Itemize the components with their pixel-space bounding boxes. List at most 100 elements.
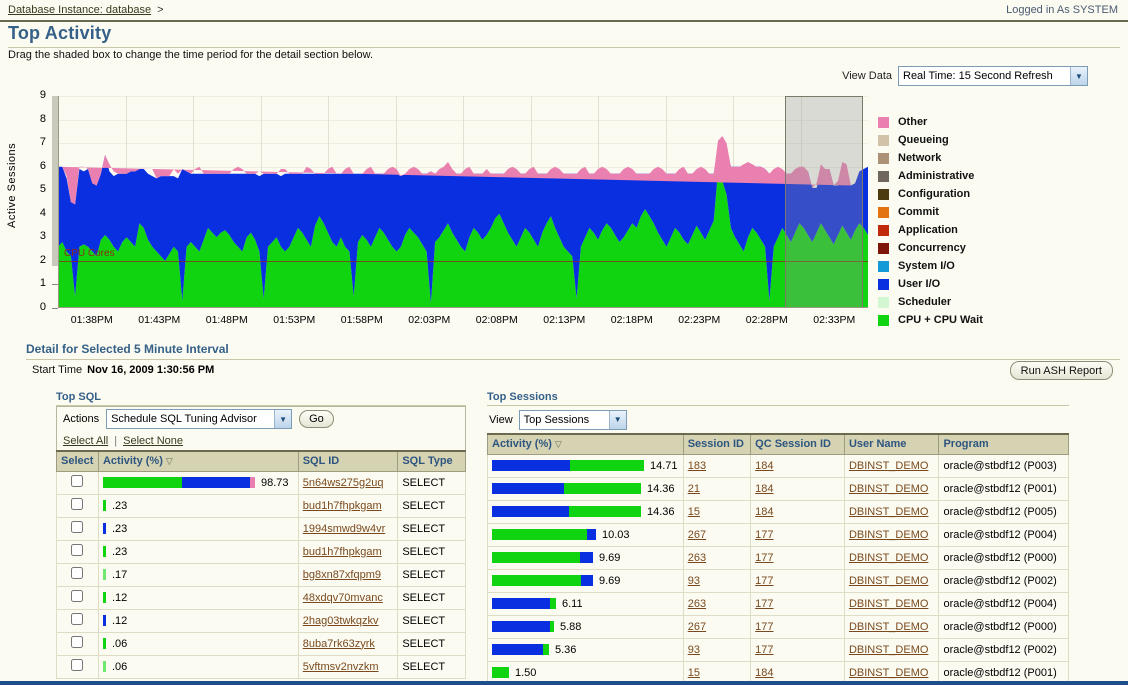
sql-id-link[interactable]: bg8xn87xfqpm9 bbox=[303, 569, 381, 581]
activity-chart[interactable]: Active Sessions 0123456789 CPU Cores 01:… bbox=[0, 88, 880, 336]
legend-label: Queueing bbox=[898, 134, 949, 146]
activity-bar-segment bbox=[570, 460, 644, 471]
start-time-row: Start TimeNov 16, 2009 1:30:56 PM bbox=[32, 364, 214, 376]
user-name-link[interactable]: DBINST_DEMO bbox=[849, 552, 928, 564]
qc-session-id-link[interactable]: 184 bbox=[755, 483, 773, 495]
row-select-checkbox[interactable] bbox=[71, 498, 83, 510]
qc-session-id-link[interactable]: 177 bbox=[755, 598, 773, 610]
session-id-link[interactable]: 263 bbox=[688, 552, 706, 564]
top-sql-col-sql-type[interactable]: SQL Type bbox=[398, 451, 466, 471]
row-select-checkbox[interactable] bbox=[71, 636, 83, 648]
sql-type-cell: SELECT bbox=[398, 586, 466, 609]
time-range-selection-box[interactable] bbox=[785, 96, 863, 308]
sql-id-link[interactable]: bud1h7fhpkgam bbox=[303, 546, 382, 558]
legend-item-application[interactable]: Application bbox=[878, 221, 1126, 239]
activity-cell: .17 bbox=[98, 563, 298, 586]
user-name-link[interactable]: DBINST_DEMO bbox=[849, 644, 928, 656]
view-data-label: View Data bbox=[842, 70, 892, 82]
user-name-link[interactable]: DBINST_DEMO bbox=[849, 529, 928, 541]
row-select-checkbox[interactable] bbox=[71, 475, 83, 487]
breadcrumb-link-database-instance[interactable]: Database Instance: database bbox=[8, 4, 151, 16]
legend-item-configuration[interactable]: Configuration bbox=[878, 185, 1126, 203]
session-id-link[interactable]: 21 bbox=[688, 483, 700, 495]
run-ash-report-button[interactable]: Run ASH Report bbox=[1010, 361, 1113, 380]
session-id-link[interactable]: 93 bbox=[688, 575, 700, 587]
qc-session-id-link[interactable]: 177 bbox=[755, 529, 773, 541]
top-sessions-col-qc-session-id[interactable]: QC Session ID bbox=[751, 434, 845, 454]
legend-item-other[interactable]: Other bbox=[878, 113, 1126, 131]
activity-bar bbox=[492, 667, 509, 678]
actions-select[interactable]: Schedule SQL Tuning Advisor ▼ bbox=[106, 409, 292, 429]
row-select-checkbox[interactable] bbox=[71, 544, 83, 556]
top-sessions-col-program[interactable]: Program bbox=[939, 434, 1069, 454]
chart-plot-area[interactable]: CPU Cores bbox=[58, 96, 868, 308]
qc-session-id-link[interactable]: 177 bbox=[755, 621, 773, 633]
top-sql-col-select[interactable]: Select bbox=[57, 451, 99, 471]
activity-bar bbox=[103, 592, 106, 603]
y-tick-2: 2 bbox=[28, 254, 46, 266]
qc-session-id-link[interactable]: 184 bbox=[755, 460, 773, 472]
session-id-link[interactable]: 263 bbox=[688, 598, 706, 610]
legend-item-network[interactable]: Network bbox=[878, 149, 1126, 167]
select-cell bbox=[57, 517, 99, 540]
legend-item-queueing[interactable]: Queueing bbox=[878, 131, 1126, 149]
top-sessions-col-activity-[interactable]: Activity (%)▽ bbox=[488, 434, 684, 454]
row-select-checkbox[interactable] bbox=[71, 567, 83, 579]
session-id-link[interactable]: 15 bbox=[688, 506, 700, 518]
sql-id-link[interactable]: 8uba7rk63zyrk bbox=[303, 638, 375, 650]
user-name-link[interactable]: DBINST_DEMO bbox=[849, 460, 928, 472]
select-all-link[interactable]: Select All bbox=[63, 435, 108, 447]
activity-cell: 10.03 bbox=[488, 523, 684, 546]
row-select-checkbox[interactable] bbox=[71, 590, 83, 602]
session-id-link[interactable]: 15 bbox=[688, 667, 700, 679]
top-sessions-panel: Top Sessions View Top Sessions ▼ Activit… bbox=[487, 391, 1069, 685]
user-name-link[interactable]: DBINST_DEMO bbox=[849, 598, 928, 610]
top-sessions-col-user-name[interactable]: User Name bbox=[844, 434, 939, 454]
sql-id-link[interactable]: bud1h7fhpkgam bbox=[303, 500, 382, 512]
view-data-select[interactable]: Real Time: 15 Second Refresh ▼ bbox=[898, 66, 1088, 86]
row-select-checkbox[interactable] bbox=[71, 613, 83, 625]
top-sessions-view-select[interactable]: Top Sessions ▼ bbox=[519, 410, 627, 430]
session-id-link[interactable]: 267 bbox=[688, 529, 706, 541]
qc-session-id-link[interactable]: 184 bbox=[755, 667, 773, 679]
actions-selected-value: Schedule SQL Tuning Advisor bbox=[111, 413, 263, 425]
session-id-link[interactable]: 183 bbox=[688, 460, 706, 472]
top-sql-col-sql-id[interactable]: SQL ID bbox=[298, 451, 398, 471]
qc-session-id-link[interactable]: 177 bbox=[755, 644, 773, 656]
legend-item-scheduler[interactable]: Scheduler bbox=[878, 293, 1126, 311]
sql-id-link[interactable]: 1994smwd9w4vr bbox=[303, 523, 386, 535]
actions-label: Actions bbox=[63, 413, 99, 425]
user-name-link[interactable]: DBINST_DEMO bbox=[849, 575, 928, 587]
qc-session-id-link[interactable]: 177 bbox=[755, 552, 773, 564]
top-sessions-col-session-id[interactable]: Session ID bbox=[683, 434, 750, 454]
go-button[interactable]: Go bbox=[299, 410, 334, 428]
sql-id-link[interactable]: 5n64ws275g2uq bbox=[303, 477, 384, 489]
session-id-link[interactable]: 267 bbox=[688, 621, 706, 633]
user-name-link[interactable]: DBINST_DEMO bbox=[849, 483, 928, 495]
session-id-cell: 183 bbox=[683, 454, 750, 477]
user-name-cell: DBINST_DEMO bbox=[844, 638, 939, 661]
qc-session-id-link[interactable]: 177 bbox=[755, 575, 773, 587]
legend-item-administrative[interactable]: Administrative bbox=[878, 167, 1126, 185]
row-select-checkbox[interactable] bbox=[71, 521, 83, 533]
legend-item-concurrency[interactable]: Concurrency bbox=[878, 239, 1126, 257]
sql-id-link[interactable]: 2hag03twkqzkv bbox=[303, 615, 379, 627]
legend-item-commit[interactable]: Commit bbox=[878, 203, 1126, 221]
legend-item-user-i-o[interactable]: User I/O bbox=[878, 275, 1126, 293]
sql-id-link[interactable]: 5vftmsv2nvzkm bbox=[303, 661, 379, 673]
legend-swatch-icon bbox=[878, 171, 889, 182]
activity-value: 14.71 bbox=[650, 460, 678, 472]
user-name-link[interactable]: DBINST_DEMO bbox=[849, 506, 928, 518]
sql-id-link[interactable]: 48xdqv70mvanc bbox=[303, 592, 383, 604]
y-tick-5: 5 bbox=[28, 183, 46, 195]
user-name-link[interactable]: DBINST_DEMO bbox=[849, 667, 928, 679]
table-row: .068uba7rk63zyrkSELECT bbox=[57, 632, 466, 655]
qc-session-id-link[interactable]: 184 bbox=[755, 506, 773, 518]
legend-item-system-i-o[interactable]: System I/O bbox=[878, 257, 1126, 275]
select-none-link[interactable]: Select None bbox=[123, 435, 183, 447]
row-select-checkbox[interactable] bbox=[71, 659, 83, 671]
user-name-link[interactable]: DBINST_DEMO bbox=[849, 621, 928, 633]
top-sql-col-activity-[interactable]: Activity (%)▽ bbox=[98, 451, 298, 471]
legend-item-cpu-cpu-wait[interactable]: CPU + CPU Wait bbox=[878, 311, 1126, 329]
session-id-link[interactable]: 93 bbox=[688, 644, 700, 656]
